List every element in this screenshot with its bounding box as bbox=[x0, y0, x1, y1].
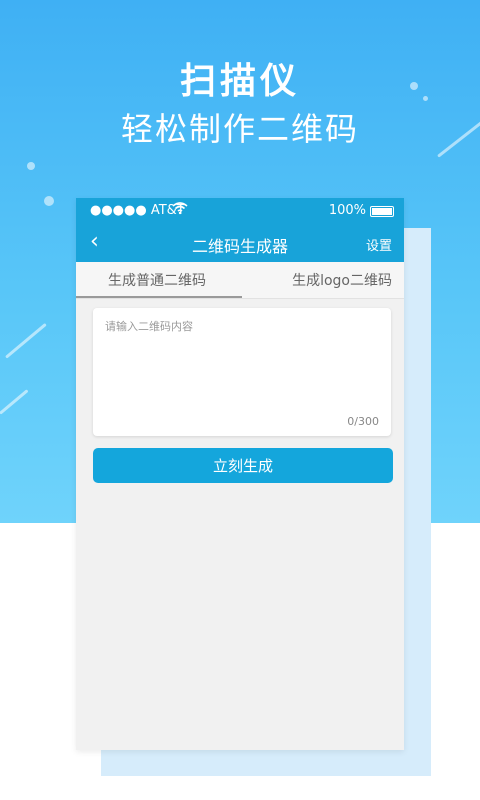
content-input-card: 0/300 bbox=[93, 308, 391, 436]
wifi-icon bbox=[172, 201, 188, 219]
battery-icon bbox=[370, 206, 394, 217]
tab-normal-qr[interactable]: 生成普通二维码 bbox=[108, 270, 206, 290]
generate-button[interactable]: 立刻生成 bbox=[93, 448, 393, 483]
decor-dot bbox=[44, 196, 54, 206]
qr-content-input[interactable] bbox=[103, 316, 385, 416]
phone-screen: ●●●●● AT&T 100% ‹ 二维码生成器 设置 生成普通二维码 生成lo… bbox=[76, 198, 404, 750]
carrier-label: ●●●●● AT&T bbox=[90, 203, 185, 218]
settings-button[interactable]: 设置 bbox=[366, 235, 392, 254]
status-bar: ●●●●● AT&T 100% bbox=[76, 198, 404, 224]
tab-logo-qr[interactable]: 生成logo二维码 bbox=[292, 270, 392, 290]
hero-subtitle: 轻松制作二维码 bbox=[120, 110, 359, 148]
decor-line bbox=[5, 322, 47, 359]
decor-line bbox=[0, 389, 29, 415]
decor-dot bbox=[27, 162, 35, 170]
active-tab-indicator bbox=[76, 296, 242, 298]
page-title: 二维码生成器 bbox=[191, 237, 288, 256]
character-counter: 0/300 bbox=[347, 415, 379, 428]
nav-bar: ‹ 二维码生成器 设置 bbox=[76, 224, 404, 262]
tab-bar: 生成普通二维码 生成logo二维码 bbox=[76, 262, 404, 299]
battery-level: 100% bbox=[328, 203, 366, 218]
hero-title: 扫描仪 bbox=[179, 61, 300, 102]
